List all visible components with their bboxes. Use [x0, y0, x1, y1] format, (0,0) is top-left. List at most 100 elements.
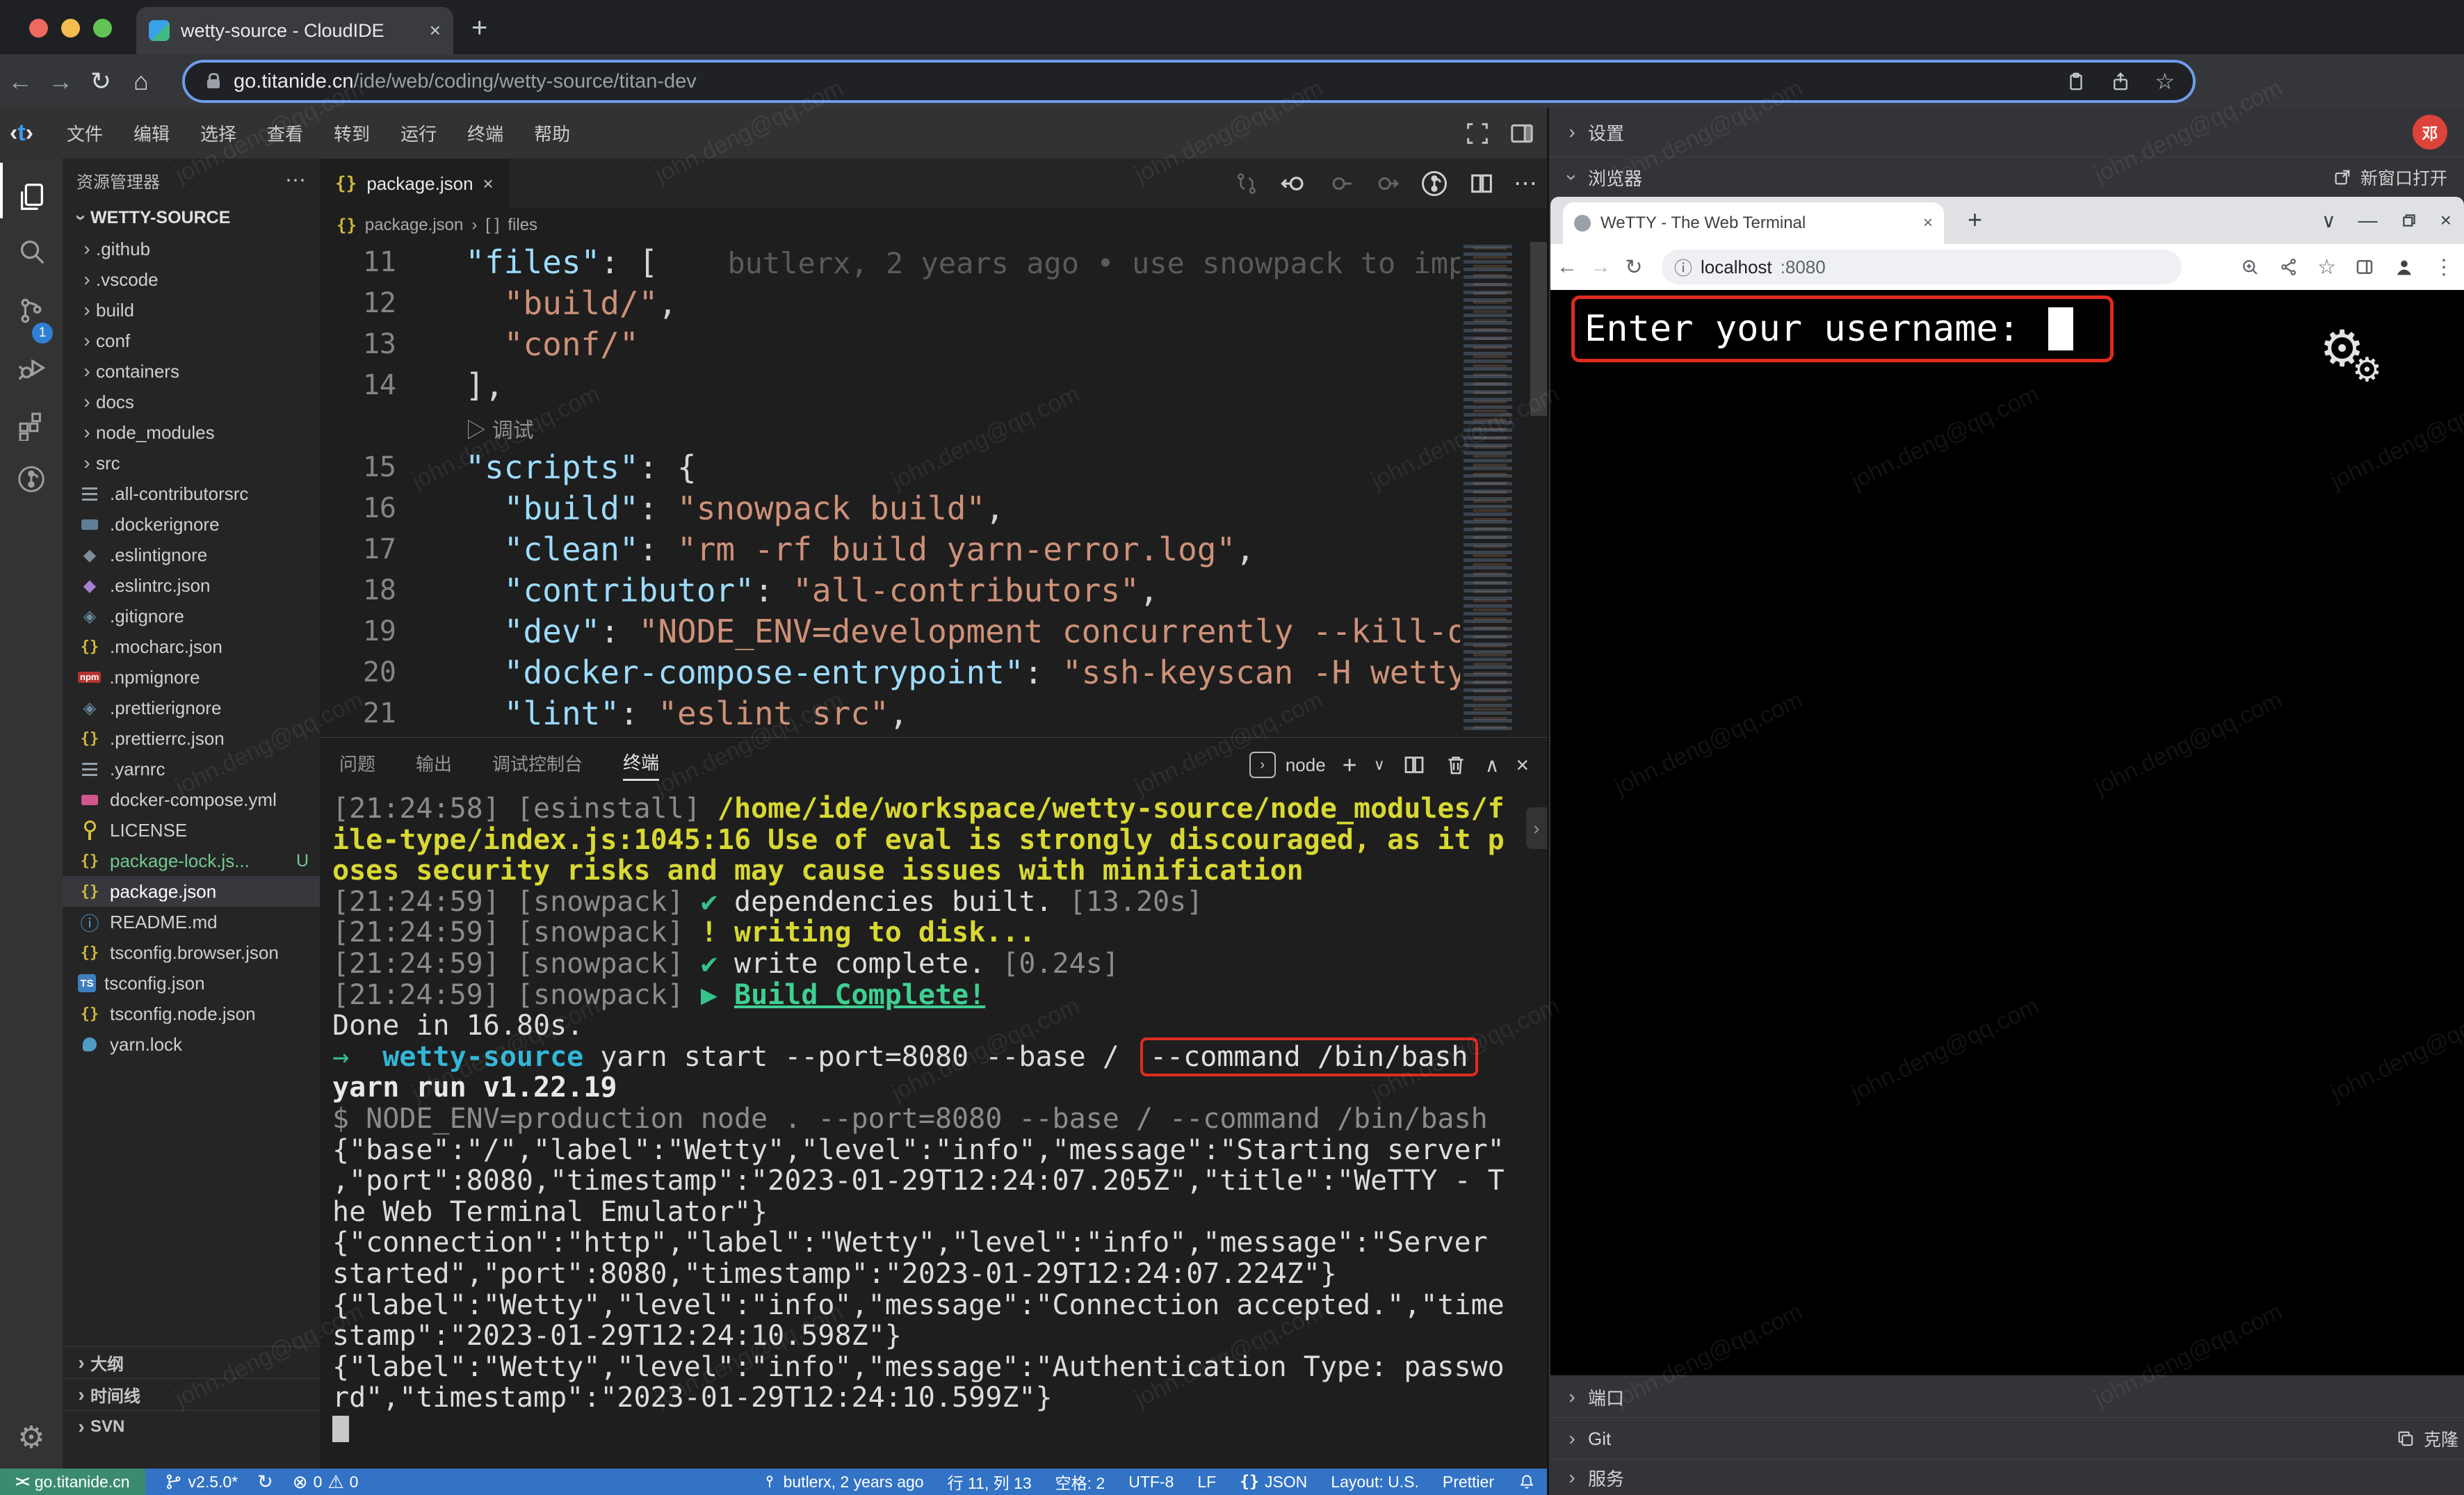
extensions-icon[interactable] — [0, 398, 63, 452]
tree-item[interactable]: › build — [63, 295, 320, 325]
panel-tab[interactable]: 问题 — [339, 750, 375, 780]
terminal-output[interactable]: [21:24:58] [esinstall] /home/ide/workspa… — [320, 793, 1547, 1468]
close-tab-icon[interactable]: × — [483, 173, 494, 195]
keyboard-layout-status[interactable]: Layout: U.S. — [1331, 1473, 1419, 1492]
browser-tab[interactable]: wetty-source - CloudIDE × — [136, 7, 453, 54]
tree-item[interactable]: ◈ .prettierignore — [63, 693, 320, 723]
open-new-window-button[interactable]: 新窗口打开 — [2333, 165, 2447, 190]
editor-tab[interactable]: {} package.json × — [320, 159, 509, 209]
info-icon[interactable]: ⓘ — [1674, 254, 1692, 280]
embedded-address-bar[interactable]: ⓘ localhost :8080 — [1662, 250, 2182, 284]
menu-item[interactable]: 文件 — [51, 113, 118, 153]
kill-terminal-icon[interactable] — [1443, 752, 1468, 777]
reload-icon[interactable]: ↻ — [81, 67, 121, 96]
panel-tab[interactable]: 调试控制台 — [492, 750, 583, 780]
close-panel-icon[interactable]: × — [1516, 752, 1529, 778]
change-dot-icon[interactable] — [1327, 170, 1355, 197]
menu-item[interactable]: 查看 — [252, 113, 318, 153]
macos-close-button[interactable] — [29, 19, 48, 38]
formatter-status[interactable]: Prettier — [1443, 1473, 1494, 1492]
side-panel-icon[interactable] — [2354, 257, 2375, 277]
new-terminal-icon[interactable]: + — [1343, 750, 1357, 779]
macos-minimize-button[interactable] — [61, 19, 80, 38]
clone-button[interactable]: 克隆 — [2396, 1426, 2458, 1451]
git-section[interactable]: › Git 克隆 — [1549, 1417, 2464, 1460]
tree-item[interactable]: ⓘ README.md — [63, 907, 320, 937]
zoom-icon[interactable] — [2239, 257, 2260, 277]
settings-gear-icon[interactable]: ⚙ — [0, 1410, 63, 1464]
user-avatar[interactable]: 邓 — [2413, 115, 2447, 150]
split-terminal-icon[interactable] — [1402, 752, 1427, 777]
home-icon[interactable]: ⌂ — [121, 67, 161, 96]
explorer-icon[interactable] — [0, 170, 63, 224]
macos-maximize-button[interactable] — [93, 19, 112, 38]
tree-item[interactable]: .dockerignore — [63, 509, 320, 540]
sidebar-section-header[interactable]: › 大纲 — [63, 1346, 320, 1378]
close-window-icon[interactable]: × — [2440, 209, 2451, 232]
tree-item[interactable]: ◆ .eslintignore — [63, 540, 320, 570]
close-tab-icon[interactable]: × — [430, 19, 441, 42]
tree-item[interactable]: {} package-lock.js... U — [63, 846, 320, 876]
tree-item[interactable]: docker-compose.yml — [63, 784, 320, 815]
menu-item[interactable]: 转到 — [318, 113, 385, 153]
tree-item[interactable]: TS tsconfig.json — [63, 968, 320, 999]
tree-item[interactable]: {} tsconfig.node.json — [63, 999, 320, 1029]
browser-menu-icon[interactable]: ⋮ — [2433, 255, 2454, 280]
menu-item[interactable]: 终端 — [452, 113, 519, 153]
settings-section[interactable]: › 设置 邓 — [1549, 108, 2464, 156]
notifications-bell-icon[interactable] — [1518, 1473, 1536, 1491]
breadcrumb-symbol[interactable]: files — [508, 216, 537, 235]
embedded-browser-tab[interactable]: WeTTY - The Web Terminal × — [1563, 202, 1944, 244]
tree-item[interactable]: {} .prettierrc.json — [63, 723, 320, 754]
reload-icon[interactable]: ↻ — [1617, 255, 1651, 280]
tree-item[interactable]: › node_modules — [63, 417, 320, 448]
source-graph-icon[interactable] — [1419, 168, 1450, 199]
tree-item[interactable]: › .github — [63, 234, 320, 264]
menu-item[interactable]: 运行 — [385, 113, 452, 153]
bookmark-star-icon[interactable]: ☆ — [2317, 255, 2336, 280]
share-icon[interactable] — [2278, 257, 2299, 277]
terminal-dropdown-icon[interactable]: ∨ — [1374, 756, 1385, 774]
editor-scrollbar[interactable] — [1530, 242, 1547, 416]
address-bar[interactable]: go.titanide.cn /ide/web/coding/wetty-sou… — [182, 60, 2196, 103]
git-branch-status[interactable]: v2.5.0* — [165, 1473, 238, 1492]
save-icon[interactable] — [2066, 71, 2086, 92]
tree-item[interactable]: yarn.lock — [63, 1029, 320, 1060]
breadcrumb-file[interactable]: package.json — [365, 216, 463, 235]
services-section[interactable]: › 服务 — [1549, 1459, 2464, 1495]
run-debug-icon[interactable] — [0, 341, 63, 395]
tree-item[interactable]: {} package.json — [63, 876, 320, 907]
menu-item[interactable]: 编辑 — [118, 113, 185, 153]
maximize-panel-icon[interactable]: ∧ — [1485, 754, 1500, 777]
back-icon[interactable]: ← — [1550, 255, 1584, 279]
git-compare-icon[interactable] — [1233, 170, 1261, 197]
sync-icon[interactable]: ↻ — [257, 1471, 273, 1493]
share-icon[interactable] — [2110, 71, 2131, 92]
tree-item[interactable]: .all-contributorsrc — [63, 478, 320, 509]
tree-item[interactable]: › containers — [63, 356, 320, 387]
cursor-position[interactable]: 行 11, 列 13 — [948, 1470, 1032, 1494]
minimize-icon[interactable]: — — [2358, 209, 2378, 232]
menu-item[interactable]: 选择 — [185, 113, 252, 153]
terminal-shell-icon[interactable]: › — [1249, 752, 1276, 778]
tree-item[interactable]: ◆ .eslintrc.json — [63, 570, 320, 601]
language-status[interactable]: {} JSON — [1240, 1473, 1307, 1492]
problems-status[interactable]: ⊗ 0 ⚠ 0 — [293, 1471, 359, 1493]
profile-icon[interactable] — [2393, 256, 2415, 278]
source-control-icon[interactable] — [0, 284, 63, 338]
remote-indicator[interactable]: >< go.titanide.cn — [0, 1469, 145, 1495]
browser-section[interactable]: › 浏览器 新窗口打开 — [1549, 156, 2464, 197]
tab-list-chevron-icon[interactable]: ∨ — [2321, 209, 2336, 232]
blame-status[interactable]: butlerx, 2 years ago — [761, 1473, 924, 1492]
editor-more-icon[interactable]: ⋯ — [1514, 170, 1537, 197]
tree-item[interactable]: › conf — [63, 325, 320, 356]
tree-item[interactable]: {} .mocharc.json — [63, 631, 320, 662]
encoding-status[interactable]: UTF-8 — [1128, 1473, 1174, 1492]
restore-icon[interactable] — [2400, 211, 2418, 229]
search-icon[interactable] — [0, 224, 63, 278]
next-change-icon[interactable] — [1373, 170, 1401, 197]
indentation-status[interactable]: 空格: 2 — [1055, 1470, 1105, 1494]
tree-item[interactable]: › src — [63, 448, 320, 478]
sidebar-section-header[interactable]: › SVN — [63, 1410, 320, 1442]
minimap[interactable] — [1464, 245, 1527, 732]
